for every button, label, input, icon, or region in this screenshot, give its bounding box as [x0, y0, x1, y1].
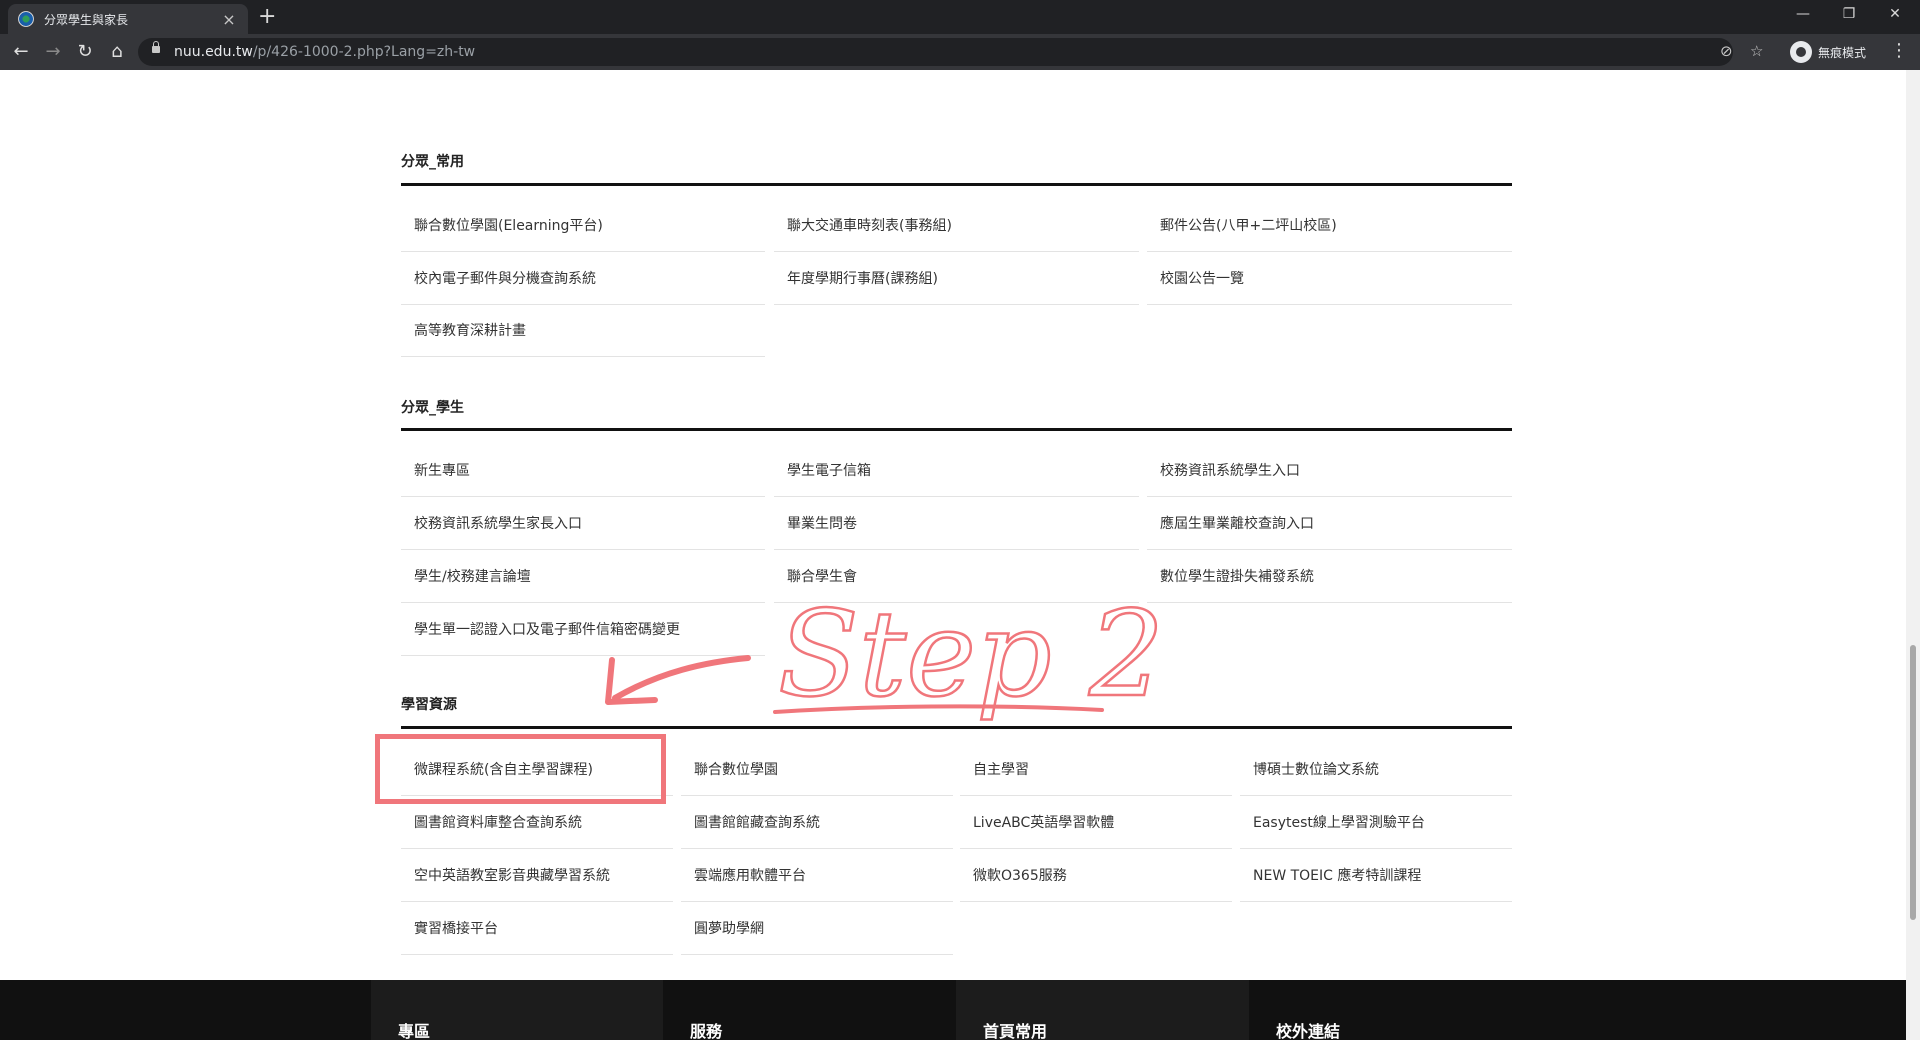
link-item[interactable]: 學生/校務建言論壇 [401, 551, 765, 603]
link-item[interactable]: 畢業生問卷 [774, 498, 1139, 550]
link-item[interactable]: 高等教育深耕計畫 [401, 305, 765, 357]
link-item[interactable]: LiveABC英語學習軟體 [960, 797, 1232, 849]
link-item[interactable]: 聯合數位學園(Elearning平台) [401, 200, 765, 252]
window-close-icon[interactable]: ✕ [1872, 0, 1918, 30]
link-item[interactable]: 學生電子信箱 [774, 445, 1139, 497]
section-heading: 分眾_常用 [401, 154, 464, 170]
link-item[interactable]: 應屆生畢業離校查詢入口 [1147, 498, 1512, 550]
footer-title[interactable]: 服務 [690, 1018, 722, 1040]
link-item[interactable]: 博碩士數位論文系統 [1240, 744, 1512, 796]
section-divider [401, 183, 1512, 186]
browser-tab[interactable]: 分眾學生與家長 × [8, 4, 248, 34]
section-divider [401, 428, 1512, 431]
forward-icon[interactable]: → [41, 40, 65, 64]
link-item[interactable]: 空中英語教室影音典藏學習系統 [401, 850, 673, 902]
site-favicon-icon [18, 11, 34, 27]
link-item[interactable]: 數位學生證掛失補發系統 [1147, 551, 1512, 603]
site-footer: 專區 服務 首頁常用 校外連結 [0, 980, 1906, 1040]
link-item[interactable]: 圓夢助學網 [681, 903, 953, 955]
link-item[interactable]: 微軟O365服務 [960, 850, 1232, 902]
link-item[interactable]: 郵件公告(八甲+二坪山校區) [1147, 200, 1512, 252]
footer-title[interactable]: 專區 [398, 1018, 430, 1040]
section-divider [401, 726, 1512, 729]
link-item[interactable]: 圖書館館藏查詢系統 [681, 797, 953, 849]
link-item[interactable]: 校園公告一覽 [1147, 253, 1512, 305]
new-tab-button[interactable]: + [258, 5, 276, 29]
link-item[interactable]: 實習橋接平台 [401, 903, 673, 955]
incognito-profile[interactable]: 無痕模式 [1790, 39, 1866, 65]
footer-title[interactable]: 校外連結 [1276, 1018, 1340, 1040]
eye-slash-icon[interactable]: ⊘ [1720, 42, 1733, 60]
browser-toolbar: ← → ↻ ⌂ nuu.edu.tw/p/426-1000-2.php?Lang… [0, 34, 1920, 70]
step-label: Step 2 [778, 585, 1164, 723]
browser-menu-icon[interactable]: ⋮ [1890, 40, 1908, 61]
section-heading: 學習資源 [401, 697, 457, 713]
reload-icon[interactable]: ↻ [73, 40, 97, 64]
link-item[interactable]: 圖書館資料庫整合查詢系統 [401, 797, 673, 849]
link-item[interactable]: 聯大交通車時刻表(事務組) [774, 200, 1139, 252]
link-item[interactable]: 雲端應用軟體平台 [681, 850, 953, 902]
arrowhead-icon [605, 657, 658, 705]
link-item[interactable]: 校內電子郵件與分機查詢系統 [401, 253, 765, 305]
footer-title[interactable]: 首頁常用 [983, 1018, 1047, 1040]
page-scrollbar[interactable] [1906, 70, 1920, 1040]
page-content: 分眾_常用 聯合數位學園(Elearning平台) 聯大交通車時刻表(事務組) … [0, 70, 1906, 1040]
link-item[interactable]: 學生單一認證入口及電子郵件信箱密碼變更 [401, 604, 765, 656]
profile-label: 無痕模式 [1818, 45, 1867, 60]
back-icon[interactable]: ← [9, 40, 33, 64]
lock-icon [152, 41, 160, 53]
tab-title: 分眾學生與家長 [44, 12, 129, 27]
link-item[interactable]: 聯合學生會 [774, 551, 1139, 603]
address-bar[interactable]: nuu.edu.tw/p/426-1000-2.php?Lang=zh-tw ⊘… [138, 38, 1763, 66]
incognito-icon [1790, 41, 1812, 63]
scroll-thumb[interactable] [1910, 645, 1916, 920]
tab-bar: 分眾學生與家長 × + — ❐ ✕ [0, 0, 1920, 34]
link-item[interactable]: 新生專區 [401, 445, 765, 497]
home-icon[interactable]: ⌂ [105, 40, 129, 64]
link-item[interactable]: 年度學期行事曆(課務組) [774, 253, 1139, 305]
step-underline [773, 704, 1104, 714]
link-item[interactable]: 自主學習 [960, 744, 1232, 796]
close-icon[interactable]: × [220, 10, 238, 29]
link-item[interactable]: 校務資訊系統學生家長入口 [401, 498, 765, 550]
highlight-box [375, 734, 666, 804]
restore-icon[interactable]: ❐ [1826, 0, 1872, 30]
link-item[interactable]: 聯合數位學園 [681, 744, 953, 796]
link-item[interactable]: NEW TOEIC 應考特訓課程 [1240, 850, 1512, 902]
link-item[interactable]: Easytest線上學習測驗平台 [1240, 797, 1512, 849]
section-heading: 分眾_學生 [401, 400, 464, 416]
url-text: nuu.edu.tw/p/426-1000-2.php?Lang=zh-tw [174, 44, 476, 60]
arrow-icon [612, 655, 751, 701]
minimize-icon[interactable]: — [1780, 0, 1826, 30]
bookmark-star-icon[interactable]: ☆ [1750, 42, 1763, 60]
link-item[interactable]: 校務資訊系統學生入口 [1147, 445, 1512, 497]
